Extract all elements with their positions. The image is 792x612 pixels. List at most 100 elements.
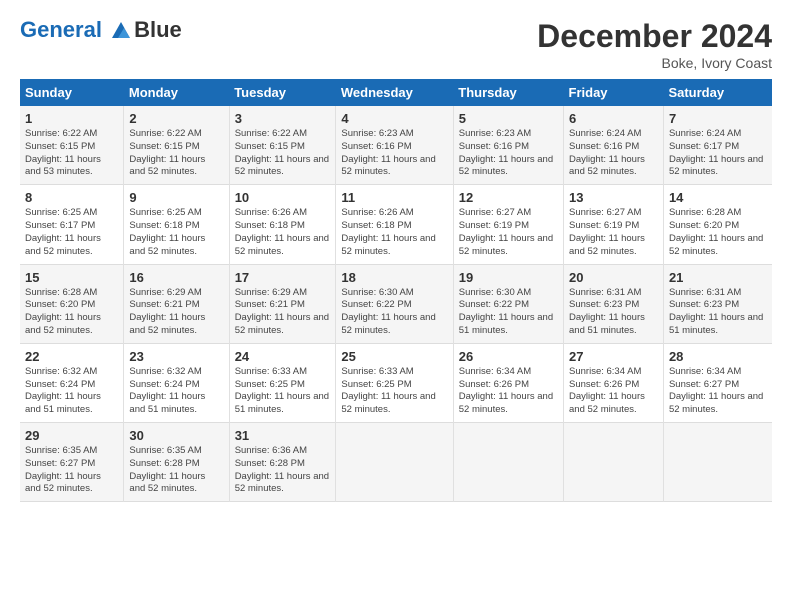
day-number: 15 (25, 270, 118, 285)
day-cell: 13 Sunrise: 6:27 AMSunset: 6:19 PMDayligh… (564, 185, 664, 264)
day-info: Sunrise: 6:25 AMSunset: 6:17 PMDaylight:… (25, 207, 118, 258)
day-cell: 29Sunrise: 6:35 AMSunset: 6:27 PMDayligh… (20, 423, 124, 502)
day-number: 26 (459, 349, 558, 364)
day-cell: 20 Sunrise: 6:31 AMSunset: 6:23 PMDayligh… (564, 264, 664, 343)
day-info: Sunrise: 6:26 AMSunset: 6:18 PMDaylight:… (235, 207, 331, 258)
day-info: Sunrise: 6:32 AMSunset: 6:24 PMDaylight:… (129, 366, 223, 417)
week-row-1: 1 Sunrise: 6:22 AMSunset: 6:15 PMDaylight… (20, 106, 772, 185)
week-row-5: 29Sunrise: 6:35 AMSunset: 6:27 PMDayligh… (20, 423, 772, 502)
day-info: Sunrise: 6:33 AMSunset: 6:25 PMDaylight:… (341, 366, 447, 417)
day-info: Sunrise: 6:34 AMSunset: 6:26 PMDaylight:… (459, 366, 558, 417)
header-sunday: Sunday (20, 79, 124, 106)
day-info: Sunrise: 6:36 AMSunset: 6:28 PMDaylight:… (235, 445, 331, 496)
day-info: Sunrise: 6:23 AMSunset: 6:16 PMDaylight:… (341, 128, 447, 179)
day-info: Sunrise: 6:22 AMSunset: 6:15 PMDaylight:… (25, 128, 118, 179)
header-friday: Friday (564, 79, 664, 106)
day-cell: 8 Sunrise: 6:25 AMSunset: 6:17 PMDaylight… (20, 185, 124, 264)
day-info: Sunrise: 6:31 AMSunset: 6:23 PMDaylight:… (669, 287, 767, 338)
day-info: Sunrise: 6:30 AMSunset: 6:22 PMDaylight:… (459, 287, 558, 338)
day-info: Sunrise: 6:28 AMSunset: 6:20 PMDaylight:… (25, 287, 118, 338)
day-cell: 21 Sunrise: 6:31 AMSunset: 6:23 PMDayligh… (663, 264, 772, 343)
calendar-header-row: SundayMondayTuesdayWednesdayThursdayFrid… (20, 79, 772, 106)
day-cell: 17 Sunrise: 6:29 AMSunset: 6:21 PMDayligh… (229, 264, 336, 343)
day-number: 8 (25, 190, 118, 205)
day-number: 6 (569, 111, 658, 126)
day-number: 22 (25, 349, 118, 364)
day-number: 1 (25, 111, 118, 126)
day-number: 24 (235, 349, 331, 364)
day-number: 28 (669, 349, 767, 364)
day-cell (564, 423, 664, 502)
day-cell: 31Sunrise: 6:36 AMSunset: 6:28 PMDayligh… (229, 423, 336, 502)
day-info: Sunrise: 6:23 AMSunset: 6:16 PMDaylight:… (459, 128, 558, 179)
day-info: Sunrise: 6:22 AMSunset: 6:15 PMDaylight:… (129, 128, 223, 179)
day-cell: 11Sunrise: 6:26 AMSunset: 6:18 PMDayligh… (336, 185, 453, 264)
day-info: Sunrise: 6:34 AMSunset: 6:27 PMDaylight:… (669, 366, 767, 417)
day-info: Sunrise: 6:22 AMSunset: 6:15 PMDaylight:… (235, 128, 331, 179)
day-number: 25 (341, 349, 447, 364)
day-cell: 24 Sunrise: 6:33 AMSunset: 6:25 PMDayligh… (229, 343, 336, 422)
day-number: 20 (569, 270, 658, 285)
day-number: 4 (341, 111, 447, 126)
day-cell: 22 Sunrise: 6:32 AMSunset: 6:24 PMDayligh… (20, 343, 124, 422)
day-cell: 7 Sunrise: 6:24 AMSunset: 6:17 PMDaylight… (663, 106, 772, 185)
day-number: 13 (569, 190, 658, 205)
day-number: 14 (669, 190, 767, 205)
day-info: Sunrise: 6:29 AMSunset: 6:21 PMDaylight:… (235, 287, 331, 338)
day-number: 2 (129, 111, 223, 126)
day-info: Sunrise: 6:30 AMSunset: 6:22 PMDaylight:… (341, 287, 447, 338)
page: General Blue December 2024 Boke, Ivory C… (0, 0, 792, 512)
day-cell: 19 Sunrise: 6:30 AMSunset: 6:22 PMDayligh… (453, 264, 563, 343)
logo-blue: Blue (134, 18, 182, 42)
title-section: December 2024 Boke, Ivory Coast (537, 18, 772, 71)
header-monday: Monday (124, 79, 229, 106)
day-cell (453, 423, 563, 502)
day-info: Sunrise: 6:31 AMSunset: 6:23 PMDaylight:… (569, 287, 658, 338)
day-cell: 3 Sunrise: 6:22 AMSunset: 6:15 PMDaylight… (229, 106, 336, 185)
header: General Blue December 2024 Boke, Ivory C… (20, 18, 772, 71)
day-cell: 1 Sunrise: 6:22 AMSunset: 6:15 PMDaylight… (20, 106, 124, 185)
day-number: 3 (235, 111, 331, 126)
day-number: 21 (669, 270, 767, 285)
day-cell: 14Sunrise: 6:28 AMSunset: 6:20 PMDayligh… (663, 185, 772, 264)
day-cell: 25 Sunrise: 6:33 AMSunset: 6:25 PMDayligh… (336, 343, 453, 422)
day-number: 7 (669, 111, 767, 126)
day-info: Sunrise: 6:25 AMSunset: 6:18 PMDaylight:… (129, 207, 223, 258)
logo: General Blue (20, 18, 182, 42)
day-cell: 16Sunrise: 6:29 AMSunset: 6:21 PMDayligh… (124, 264, 229, 343)
day-cell: 10 Sunrise: 6:26 AMSunset: 6:18 PMDayligh… (229, 185, 336, 264)
day-cell: 23 Sunrise: 6:32 AMSunset: 6:24 PMDayligh… (124, 343, 229, 422)
day-number: 9 (129, 190, 223, 205)
logo-general: General (20, 17, 102, 42)
day-cell: 30Sunrise: 6:35 AMSunset: 6:28 PMDayligh… (124, 423, 229, 502)
day-info: Sunrise: 6:24 AMSunset: 6:17 PMDaylight:… (669, 128, 767, 179)
week-row-4: 22 Sunrise: 6:32 AMSunset: 6:24 PMDayligh… (20, 343, 772, 422)
day-cell: 28 Sunrise: 6:34 AMSunset: 6:27 PMDayligh… (663, 343, 772, 422)
header-wednesday: Wednesday (336, 79, 453, 106)
main-title: December 2024 (537, 18, 772, 55)
day-info: Sunrise: 6:35 AMSunset: 6:28 PMDaylight:… (129, 445, 223, 496)
day-info: Sunrise: 6:33 AMSunset: 6:25 PMDaylight:… (235, 366, 331, 417)
header-tuesday: Tuesday (229, 79, 336, 106)
day-info: Sunrise: 6:24 AMSunset: 6:16 PMDaylight:… (569, 128, 658, 179)
day-cell (663, 423, 772, 502)
day-number: 27 (569, 349, 658, 364)
day-info: Sunrise: 6:26 AMSunset: 6:18 PMDaylight:… (341, 207, 447, 258)
day-number: 10 (235, 190, 331, 205)
day-cell: 12Sunrise: 6:27 AMSunset: 6:19 PMDayligh… (453, 185, 563, 264)
day-number: 17 (235, 270, 331, 285)
day-number: 19 (459, 270, 558, 285)
day-info: Sunrise: 6:32 AMSunset: 6:24 PMDaylight:… (25, 366, 118, 417)
day-number: 5 (459, 111, 558, 126)
day-info: Sunrise: 6:27 AMSunset: 6:19 PMDaylight:… (569, 207, 658, 258)
day-number: 12 (459, 190, 558, 205)
day-number: 18 (341, 270, 447, 285)
day-cell: 4 Sunrise: 6:23 AMSunset: 6:16 PMDaylight… (336, 106, 453, 185)
day-info: Sunrise: 6:34 AMSunset: 6:26 PMDaylight:… (569, 366, 658, 417)
day-cell: 5 Sunrise: 6:23 AMSunset: 6:16 PMDaylight… (453, 106, 563, 185)
day-cell: 6 Sunrise: 6:24 AMSunset: 6:16 PMDaylight… (564, 106, 664, 185)
day-number: 23 (129, 349, 223, 364)
day-cell: 27 Sunrise: 6:34 AMSunset: 6:26 PMDayligh… (564, 343, 664, 422)
day-cell: 9 Sunrise: 6:25 AMSunset: 6:18 PMDaylight… (124, 185, 229, 264)
day-cell (336, 423, 453, 502)
